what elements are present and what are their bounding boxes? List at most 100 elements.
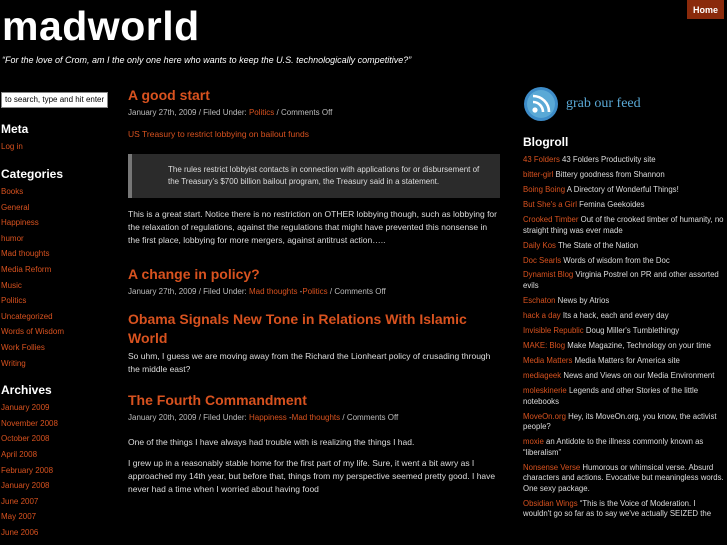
category-item[interactable]: Words of Wisdom <box>1 324 110 340</box>
blogroll-link[interactable]: Daily Kos <box>523 241 556 250</box>
blogroll-link[interactable]: Doc Searls <box>523 256 561 265</box>
category-link[interactable]: humor <box>1 234 24 243</box>
post-category-link[interactable]: Politics <box>249 108 274 117</box>
blogroll-link[interactable]: 43 Folders <box>523 155 560 164</box>
archive-link[interactable]: June 2006 <box>1 528 38 537</box>
blogroll-item: Doc Searls Words of wisdom from the Doc <box>523 256 727 267</box>
category-item[interactable]: Mad thoughts <box>1 246 110 262</box>
categories-heading: Categories <box>1 167 64 182</box>
category-item[interactable]: Media Reform <box>1 262 110 278</box>
archive-link[interactable]: January 2008 <box>1 481 49 490</box>
archive-link[interactable]: June 2007 <box>1 497 38 506</box>
category-item[interactable]: Happiness <box>1 215 110 231</box>
blogroll-link[interactable]: hack a day <box>523 311 561 320</box>
blogroll-description: an Antidote to the illness commonly know… <box>523 437 704 457</box>
blogroll-link[interactable]: bitter-girl <box>523 170 553 179</box>
category-item[interactable]: Music <box>1 278 110 294</box>
grab-feed-label: grab our feed <box>566 96 641 111</box>
post-title-link[interactable]: The Fourth Commandment <box>128 392 307 408</box>
blogroll-description: Make Magazine, Technology on your time <box>565 341 711 351</box>
blogroll-description: Words of wisdom from the Doc <box>561 255 670 265</box>
left-sidebar: Meta Log in Categories Books General Happi… <box>0 89 110 541</box>
blogroll-link[interactable]: moleskinerie <box>523 386 567 395</box>
blogroll-link[interactable]: mediageek <box>523 371 561 380</box>
category-link[interactable]: Writing <box>1 359 26 368</box>
blogroll-link[interactable]: Boing Boing <box>523 185 565 194</box>
category-item[interactable]: Uncategorized <box>1 309 110 325</box>
blogroll-description: Its a hack, each and every day <box>560 311 669 321</box>
archive-item[interactable]: November 2008 <box>1 416 110 432</box>
category-item[interactable]: Writing <box>1 356 110 372</box>
category-link[interactable]: General <box>1 203 29 212</box>
category-link[interactable]: Books <box>1 187 23 196</box>
categories-list: Books General Happiness humor Mad thoughts Me… <box>1 184 110 371</box>
site-title[interactable]: madworld <box>2 2 200 50</box>
meta-item-login[interactable]: Log in <box>1 139 110 155</box>
archive-link[interactable]: January 2009 <box>1 403 49 412</box>
category-link[interactable]: Mad thoughts <box>1 249 49 258</box>
archive-item[interactable]: February 2008 <box>1 463 110 479</box>
grab-feed-link[interactable]: grab our feed <box>523 86 727 122</box>
post-category-link[interactable]: Mad thoughts <box>292 413 340 422</box>
archive-item[interactable]: April 2008 <box>1 447 110 463</box>
blogroll-link[interactable]: Media Matters <box>523 356 572 365</box>
category-item[interactable]: Politics <box>1 293 110 309</box>
archive-link[interactable]: April 2008 <box>1 450 37 459</box>
blogroll-link[interactable]: Obsidian Wings <box>523 499 578 508</box>
post-title-link[interactable]: A good start <box>128 87 210 103</box>
blogroll-description: Doug Miller's Tumblethingy <box>583 326 680 336</box>
blogroll-item: Boing Boing A Directory of Wonderful Thi… <box>523 185 727 196</box>
post-category-link[interactable]: Happiness <box>249 413 287 422</box>
blogroll-link[interactable]: moxie <box>523 437 544 446</box>
blogroll-description: A Directory of Wonderful Things! <box>565 184 679 194</box>
archive-item[interactable]: June 2007 <box>1 494 110 510</box>
blogroll-link[interactable]: MoveOn.org <box>523 412 566 421</box>
blogroll-description: Bittery goodness from Shannon <box>553 169 665 179</box>
archive-item[interactable]: January 2009 <box>1 400 110 416</box>
blogroll-link[interactable]: But She's a Girl <box>523 200 577 209</box>
blogroll-link[interactable]: Dynamist Blog <box>523 270 573 279</box>
archive-item[interactable]: January 2008 <box>1 478 110 494</box>
archive-item[interactable]: October 2008 <box>1 431 110 447</box>
category-link[interactable]: Work Follies <box>1 343 45 352</box>
category-link[interactable]: Music <box>1 281 22 290</box>
home-button[interactable]: Home <box>687 0 724 19</box>
post-title-link[interactable]: Obama Signals New Tone in Relations With… <box>128 311 467 346</box>
category-link[interactable]: Words of Wisdom <box>1 327 64 336</box>
archive-link[interactable]: November 2008 <box>1 419 58 428</box>
category-item[interactable]: Books <box>1 184 110 200</box>
archives-list: January 2009 November 2008 October 2008 Apr… <box>1 400 110 540</box>
category-link[interactable]: Uncategorized <box>1 312 53 321</box>
archive-link[interactable]: May 2007 <box>1 512 36 521</box>
post-external-link[interactable]: US Treasury to restrict lobbying on bail… <box>128 129 309 139</box>
category-item[interactable]: humor <box>1 231 110 247</box>
category-item[interactable]: Work Follies <box>1 340 110 356</box>
blogroll-link[interactable]: Invisible Republic <box>523 326 584 335</box>
blogroll-item: Obsidian Wings “This is the Voice of Mod… <box>523 499 727 520</box>
post: The Fourth Commandment January 20th, 200… <box>128 391 500 496</box>
category-item[interactable]: General <box>1 200 110 216</box>
category-link[interactable]: Happiness <box>1 218 39 227</box>
blogroll-link[interactable]: Nonsense Verse <box>523 463 580 472</box>
blogroll-description: The State of the Nation <box>555 240 639 250</box>
category-link[interactable]: Media Reform <box>1 265 51 274</box>
post-meta: January 27th, 2009 / Filed Under: Mad th… <box>128 287 386 296</box>
archive-link[interactable]: February 2008 <box>1 466 53 475</box>
blogroll-item: Eschaton News by Atrios <box>523 296 727 307</box>
blogroll-item: moleskinerie Legends and other Stories o… <box>523 386 727 407</box>
main-content: A good start January 27th, 2009 / Filed … <box>128 86 500 504</box>
blogroll-link[interactable]: MAKE: Blog <box>523 341 565 350</box>
category-link[interactable]: Politics <box>1 296 26 305</box>
search-input[interactable] <box>1 91 108 108</box>
post-category-link[interactable]: Mad thoughts <box>249 287 297 296</box>
archive-link[interactable]: October 2008 <box>1 434 49 443</box>
archive-item[interactable]: May 2007 <box>1 509 110 525</box>
post-title-link[interactable]: A change in policy? <box>128 266 260 282</box>
blogroll-description: News and Views on our Media Environment <box>561 370 715 380</box>
blogroll-link[interactable]: Crooked Timber <box>523 215 578 224</box>
post-category-link[interactable]: Politics <box>302 287 327 296</box>
post-paragraph: This is a great start. Notice there is n… <box>128 209 497 245</box>
blogroll-link[interactable]: Eschaton <box>523 296 556 305</box>
blogroll-item: 43 Folders 43 Folders Productivity site <box>523 155 727 166</box>
archive-item[interactable]: June 2006 <box>1 525 110 541</box>
